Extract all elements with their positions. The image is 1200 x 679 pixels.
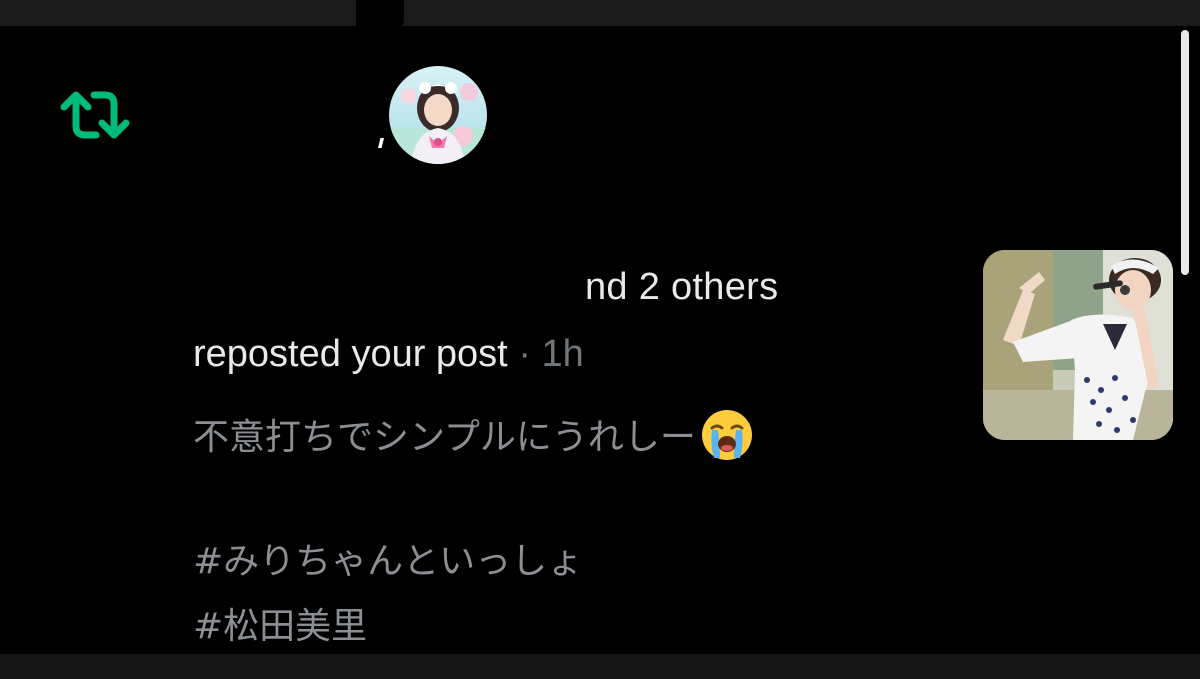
action-text: reposted your post	[193, 333, 508, 375]
timestamp[interactable]: 1h	[542, 333, 584, 375]
scrollbar[interactable]	[1181, 30, 1189, 275]
hashtag-link[interactable]: #松田美里	[193, 597, 367, 649]
separator-dot: ·	[518, 333, 531, 375]
redaction-mark	[378, 138, 384, 148]
loudly-crying-face-icon	[700, 408, 754, 462]
post-media-thumbnail[interactable]	[983, 250, 1173, 440]
repost-notification[interactable]: nd 2 others reposted your post · 1h 不意打ち…	[0, 0, 1180, 654]
post-text: 不意打ちでシンプルにうれしー	[193, 408, 754, 466]
repost-subline: reposted your post · 1h	[193, 333, 584, 376]
hashtag-link[interactable]: #みりちゃんといっしょ	[193, 532, 583, 584]
repost-headline: nd 2 others	[585, 266, 779, 308]
bottom-bar	[0, 654, 1200, 679]
user-avatar[interactable]	[389, 66, 487, 164]
repost-icon	[58, 87, 132, 143]
post-text-body: 不意打ちでシンプルにうれしー	[193, 417, 696, 458]
